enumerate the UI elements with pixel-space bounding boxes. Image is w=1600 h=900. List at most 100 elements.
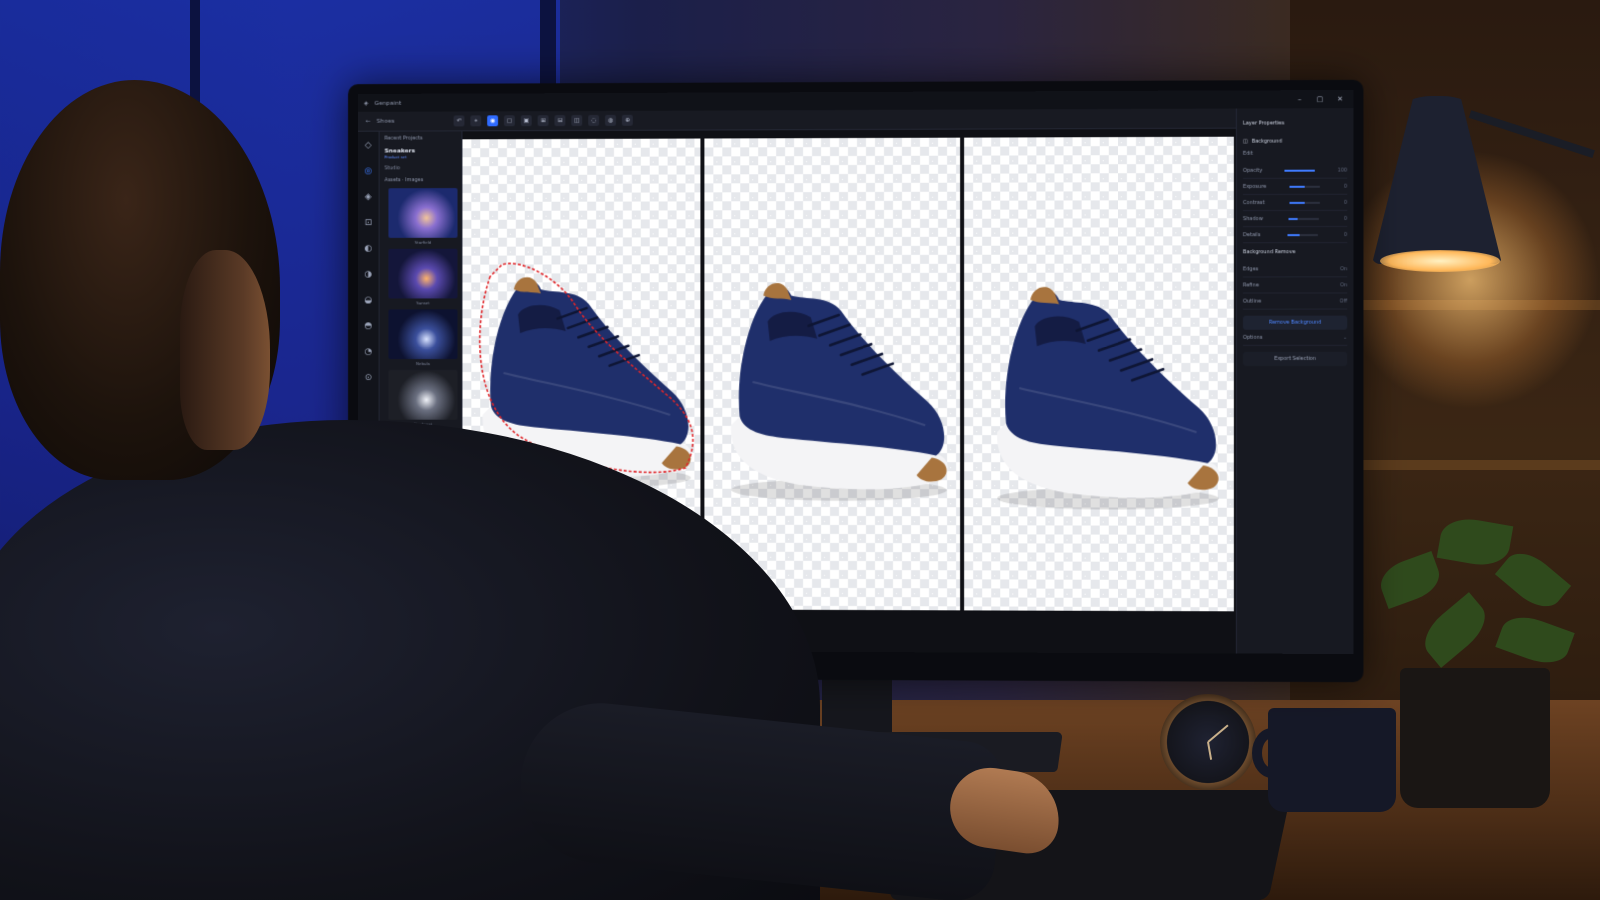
adjustment-slider[interactable] bbox=[1287, 233, 1318, 236]
adjustment-value: 100 bbox=[1337, 167, 1348, 174]
app-title: Genpaint bbox=[374, 99, 402, 107]
adjustment-label: Shadow bbox=[1242, 215, 1263, 222]
toggle-label: Outline bbox=[1242, 298, 1262, 305]
adjustment-row[interactable]: Contrast 0 bbox=[1242, 194, 1348, 212]
shelf-board bbox=[1330, 460, 1600, 470]
lamp-bulb bbox=[1380, 250, 1500, 272]
layer-icon: ◫ bbox=[1242, 138, 1248, 145]
toggle-row[interactable]: Edges On bbox=[1242, 261, 1348, 278]
filter-row[interactable]: Assets · Images bbox=[384, 177, 456, 183]
export-selection-button[interactable]: Export Selection bbox=[1242, 351, 1348, 366]
toggle-row[interactable]: Refine On bbox=[1242, 277, 1348, 294]
coffee-mug bbox=[1268, 708, 1396, 812]
props-sublabel: Edit bbox=[1242, 150, 1253, 157]
rail-icon[interactable]: ◐ bbox=[362, 243, 374, 255]
toggle-label: Edges bbox=[1242, 265, 1259, 272]
shoe-upper bbox=[738, 287, 945, 456]
options-row[interactable]: Options ⌄ bbox=[1242, 329, 1348, 346]
tool-group: ↶ ⌖ ◉ ▢ ▣ ⊞ ⊟ ◫ ◌ ◍ ⊕ bbox=[453, 114, 633, 127]
maximize-button[interactable]: ▢ bbox=[1313, 95, 1327, 103]
slider-fill bbox=[1287, 233, 1300, 236]
asset-thumbnail[interactable]: Starfield bbox=[388, 188, 458, 245]
asset-thumbnail[interactable]: Starburst bbox=[388, 370, 458, 427]
tool-icon[interactable]: ⌖ bbox=[470, 115, 482, 127]
adjustment-row[interactable]: Opacity 100 bbox=[1242, 162, 1348, 179]
adjustment-label: Details bbox=[1242, 231, 1261, 238]
properties-panel: Layer Properties ◫ Background Edit Opaci… bbox=[1235, 108, 1354, 655]
adjustment-label: Contrast bbox=[1242, 199, 1265, 206]
adjustment-slider[interactable] bbox=[1284, 169, 1316, 172]
shoe-cutout-graphic bbox=[730, 283, 948, 501]
shoe-final-graphic bbox=[997, 286, 1220, 510]
remove-background-button[interactable]: Remove Background bbox=[1242, 315, 1348, 330]
tool-icon[interactable]: ▢ bbox=[504, 115, 516, 127]
breadcrumb-label: Shoes bbox=[376, 117, 395, 125]
canvas-frame-final[interactable] bbox=[964, 136, 1234, 612]
toggle-label: Refine bbox=[1242, 281, 1259, 289]
tool-icon[interactable]: ⊟ bbox=[554, 115, 566, 127]
canvas-frame-cutout[interactable] bbox=[704, 137, 961, 611]
thumbnail-image bbox=[388, 309, 458, 360]
tool-icon[interactable]: ⊞ bbox=[537, 115, 549, 127]
props-heading: Layer Properties bbox=[1242, 120, 1285, 127]
rail-icon[interactable]: ⊙ bbox=[362, 372, 374, 384]
slider-fill bbox=[1289, 201, 1305, 204]
rail-icon[interactable]: ◔ bbox=[362, 346, 374, 358]
shoe-upper bbox=[1005, 291, 1217, 464]
slider-fill bbox=[1288, 217, 1298, 220]
clock-hand bbox=[1207, 724, 1229, 743]
rail-icon[interactable]: ◑ bbox=[362, 269, 374, 281]
options-label: Options bbox=[1242, 334, 1263, 341]
tool-icon[interactable]: ◫ bbox=[571, 115, 583, 127]
person-face bbox=[180, 250, 270, 450]
layer-name: Background bbox=[1251, 138, 1282, 145]
minimize-button[interactable]: – bbox=[1293, 95, 1307, 103]
rail-icon[interactable]: ◎ bbox=[362, 165, 374, 177]
slider-fill bbox=[1284, 169, 1316, 172]
plant-pot bbox=[1400, 668, 1550, 808]
toggle-row[interactable]: Outline Off bbox=[1242, 293, 1348, 310]
rail-icon[interactable]: ◈ bbox=[362, 191, 374, 203]
adjustment-rows: Opacity 100 Exposure 0 Contrast 0 Shadow 0 Detai… bbox=[1242, 162, 1348, 244]
toggle-value: On bbox=[1340, 265, 1348, 272]
section-label: Background Remove bbox=[1242, 249, 1296, 256]
toggle-value: On bbox=[1340, 281, 1348, 288]
adjustment-slider[interactable] bbox=[1289, 185, 1321, 188]
adjustment-value: 0 bbox=[1344, 199, 1348, 206]
rail-icon[interactable]: ◓ bbox=[362, 320, 374, 332]
tool-icon[interactable]: ◉ bbox=[487, 115, 499, 127]
close-button[interactable]: ✕ bbox=[1333, 95, 1347, 103]
adjustment-value: 0 bbox=[1344, 231, 1348, 238]
tool-icon[interactable]: ◌ bbox=[588, 114, 600, 126]
user-row: Studio bbox=[384, 165, 401, 172]
rail-icon[interactable]: ◇ bbox=[362, 140, 374, 152]
tool-icon[interactable]: ▣ bbox=[520, 115, 532, 127]
back-arrow-icon[interactable]: ← bbox=[366, 118, 371, 125]
adjustment-row[interactable]: Exposure 0 bbox=[1242, 178, 1348, 195]
desk-clock bbox=[1160, 694, 1256, 790]
adjustment-value: 0 bbox=[1343, 215, 1348, 222]
project-subtitle: Product set bbox=[384, 154, 407, 160]
layer-row[interactable]: ◫ Background bbox=[1243, 132, 1347, 150]
asset-thumbnail[interactable]: Nebula bbox=[388, 309, 458, 367]
adjustment-row[interactable]: Details 0 bbox=[1242, 226, 1348, 244]
thumbnail-image bbox=[388, 370, 458, 420]
rail-icon[interactable]: ◒ bbox=[362, 295, 374, 307]
slider-fill bbox=[1289, 185, 1306, 188]
tool-icon[interactable]: ◍ bbox=[605, 114, 617, 126]
clock-hand bbox=[1207, 741, 1213, 760]
asset-thumbnail[interactable]: Sunset bbox=[388, 248, 458, 306]
toggle-value: Off bbox=[1339, 297, 1348, 305]
tool-icon[interactable]: ↶ bbox=[453, 115, 465, 127]
thumbnail-label: Nebula bbox=[416, 361, 430, 367]
thumbnail-label: Sunset bbox=[416, 300, 430, 306]
thumbnail-image bbox=[388, 188, 458, 238]
chevron-down-icon: ⌄ bbox=[1342, 334, 1348, 341]
adjustment-row[interactable]: Shadow 0 bbox=[1242, 210, 1348, 228]
rail-icon[interactable]: ⊡ bbox=[362, 217, 374, 229]
app-logo-icon: ◈ bbox=[363, 99, 369, 107]
tool-icon[interactable]: ⊕ bbox=[622, 114, 633, 126]
adjustment-slider[interactable] bbox=[1289, 201, 1320, 204]
adjustment-slider[interactable] bbox=[1288, 217, 1319, 220]
adjustment-label: Exposure bbox=[1242, 183, 1267, 190]
